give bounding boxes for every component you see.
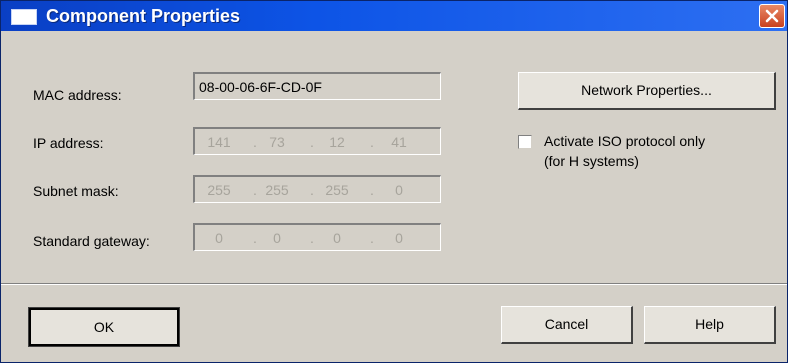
gateway-octet-3: 0 — [333, 230, 341, 246]
ip-dot: . — [253, 182, 257, 198]
component-properties-dialog: Component Properties MAC address: 08-00-… — [0, 0, 788, 363]
ip-octet-2: 73 — [269, 134, 285, 150]
mac-address-label: MAC address: — [33, 87, 122, 103]
subnet-mask-label: Subnet mask: — [33, 183, 119, 199]
mac-address-value: 08-00-06-6F-CD-0F — [199, 79, 322, 95]
cancel-button[interactable]: Cancel — [501, 306, 633, 344]
gateway-octet-4: 0 — [395, 230, 403, 246]
title-bar[interactable]: Component Properties — [1, 1, 787, 31]
ip-octet-1: 141 — [207, 134, 231, 150]
standard-gateway-field[interactable]: 0 . 0 . 0 . 0 — [193, 223, 441, 251]
subnet-octet-4: 0 — [395, 182, 403, 198]
network-properties-button[interactable]: Network Properties... — [518, 72, 776, 110]
subnet-octet-1: 255 — [207, 182, 231, 198]
help-button[interactable]: Help — [644, 306, 776, 344]
ok-button[interactable]: OK — [28, 307, 180, 347]
ip-dot: . — [310, 182, 314, 198]
ip-dot: . — [370, 134, 374, 150]
ip-octet-3: 12 — [329, 134, 345, 150]
close-button[interactable] — [759, 4, 785, 28]
subnet-octet-3: 255 — [325, 182, 349, 198]
cancel-label: Cancel — [544, 316, 589, 332]
ip-address-field[interactable]: 141 . 73 . 12 . 41 — [193, 127, 441, 155]
ip-dot: . — [253, 134, 257, 150]
iso-protocol-label-line1: Activate ISO protocol only — [544, 133, 706, 149]
ip-dot: . — [370, 230, 374, 246]
gateway-octet-1: 0 — [215, 230, 223, 246]
ok-label: OK — [93, 319, 115, 335]
window-title: Component Properties — [46, 6, 241, 26]
gateway-octet-2: 0 — [273, 230, 281, 246]
iso-protocol-label-line2: (for H systems) — [544, 153, 639, 169]
subnet-mask-field[interactable]: 255 . 255 . 255 . 0 — [193, 175, 441, 203]
ip-dot: . — [370, 182, 374, 198]
network-properties-label: Network Properties... — [581, 82, 712, 98]
subnet-octet-2: 255 — [265, 182, 289, 198]
iso-protocol-checkbox[interactable] — [518, 135, 532, 149]
mac-address-field[interactable]: 08-00-06-6F-CD-0F — [193, 72, 441, 100]
ip-dot: . — [253, 230, 257, 246]
ip-octet-4: 41 — [391, 134, 407, 150]
ip-dot: . — [310, 134, 314, 150]
ip-address-label: IP address: — [33, 135, 104, 151]
close-icon — [765, 9, 779, 23]
help-label: Help — [695, 316, 724, 332]
separator — [1, 283, 787, 285]
standard-gateway-label: Standard gateway: — [33, 233, 150, 249]
ip-dot: . — [310, 230, 314, 246]
window-icon — [11, 9, 37, 25]
